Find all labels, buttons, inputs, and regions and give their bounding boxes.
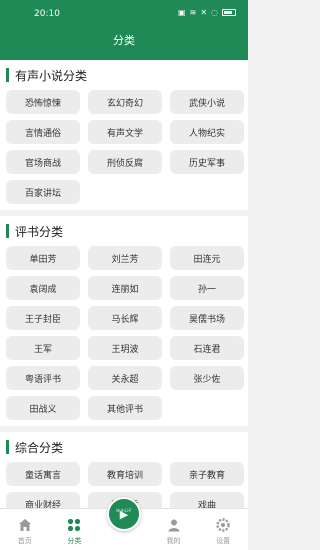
- category-tag[interactable]: 百家讲坛: [6, 180, 80, 204]
- tab-label: 设置: [216, 537, 231, 545]
- category-tag[interactable]: 刘兰芳: [88, 246, 162, 270]
- section-title: 评书分类: [15, 224, 64, 239]
- category-tag[interactable]: 武侠小说: [170, 90, 244, 114]
- bottom-tab-bar: 首页 分类 ▶ HuI-Li-F 我的 设置: [0, 497, 248, 550]
- section-title: 综合分类: [15, 440, 64, 455]
- category-tag[interactable]: 孙一: [170, 276, 244, 300]
- category-tag[interactable]: 马长辉: [88, 306, 162, 330]
- section-accent-bar: [6, 224, 9, 238]
- category-tag[interactable]: 商业财经: [6, 492, 80, 508]
- gear-icon: [215, 517, 231, 533]
- category-tag[interactable]: 戏曲: [170, 492, 244, 508]
- section-accent-bar: [6, 68, 9, 82]
- section-header: 有声小说分类: [6, 60, 242, 90]
- category-tag[interactable]: 其他评书: [88, 396, 162, 420]
- section-header: 综合分类: [6, 432, 242, 462]
- tag-grid: 恐怖惊悚 玄幻奇幻 武侠小说 言情通俗 有声文学 人物纪实 官场商战 刑侦反腐 …: [6, 90, 244, 204]
- category-tag[interactable]: 言情通俗: [6, 120, 80, 144]
- section-title: 有声小说分类: [15, 68, 88, 83]
- tab-home[interactable]: 首页: [0, 509, 50, 550]
- category-tag[interactable]: 王子封臣: [6, 306, 80, 330]
- tag-grid: 单田芳 刘兰芳 田连元 袁阔成 连丽如 孙一 王子封臣 马长辉 昊儒书场 王军 …: [6, 246, 244, 420]
- tab-label: 首页: [17, 537, 32, 545]
- wifi-icon: ≋: [189, 8, 197, 17]
- tab-category[interactable]: 分类: [50, 509, 100, 550]
- user-icon: [166, 517, 182, 533]
- category-tag[interactable]: 张少佐: [170, 366, 244, 390]
- section-accent-bar: [6, 440, 9, 454]
- grid-icon: [66, 517, 82, 533]
- player-label: HuI-Li-F: [116, 508, 132, 513]
- category-tag[interactable]: 王玥波: [88, 336, 162, 360]
- section-audio-novel: 有声小说分类 恐怖惊悚 玄幻奇幻 武侠小说 言情通俗 有声文学 人物纪实 官场商…: [0, 60, 248, 210]
- signal-icon: ✕: [200, 8, 208, 17]
- category-tag[interactable]: 官场商战: [6, 150, 80, 174]
- category-tag[interactable]: 连丽如: [88, 276, 162, 300]
- category-tag[interactable]: 教育培训: [88, 462, 162, 486]
- category-tag[interactable]: 粤语评书: [6, 366, 80, 390]
- tab-label: 分类: [67, 537, 82, 545]
- battery-icon: [222, 9, 236, 16]
- category-tag[interactable]: 历史军事: [170, 150, 244, 174]
- category-tag[interactable]: 昊儒书场: [170, 306, 244, 330]
- section-header: 评书分类: [6, 216, 242, 246]
- category-tag[interactable]: 袁阔成: [6, 276, 80, 300]
- category-tag[interactable]: 单田芳: [6, 246, 80, 270]
- category-tag[interactable]: 恐怖惊悚: [6, 90, 80, 114]
- category-tag[interactable]: 有声文学: [88, 120, 162, 144]
- category-tag[interactable]: 童话寓言: [6, 462, 80, 486]
- category-tag[interactable]: 田战义: [6, 396, 80, 420]
- status-icons: ▣ ≋ ✕ ◌: [178, 8, 236, 17]
- category-tag[interactable]: 亲子教育: [170, 462, 244, 486]
- category-tag[interactable]: 玄幻奇幻: [88, 90, 162, 114]
- status-time: 20:10: [34, 9, 60, 19]
- tab-player[interactable]: ▶ HuI-Li-F: [99, 497, 149, 550]
- category-list[interactable]: 有声小说分类 恐怖惊悚 玄幻奇幻 武侠小说 言情通俗 有声文学 人物纪实 官场商…: [0, 60, 248, 508]
- category-tag[interactable]: 人物纪实: [170, 120, 244, 144]
- category-tag[interactable]: 刑侦反腐: [88, 150, 162, 174]
- player-button[interactable]: ▶: [106, 497, 141, 531]
- top-bar: 20:10 ▣ ≋ ✕ ◌ 分类: [0, 0, 248, 60]
- page-title: 分类: [113, 34, 135, 47]
- tab-label: 我的: [166, 537, 181, 545]
- category-tag[interactable]: 田连元: [170, 246, 244, 270]
- home-icon: [17, 517, 33, 533]
- category-tag[interactable]: 王军: [6, 336, 80, 360]
- nfc-icon: ▣: [178, 8, 186, 17]
- tab-settings[interactable]: 设置: [198, 509, 248, 550]
- category-tag[interactable]: 关永超: [88, 366, 162, 390]
- section-pingshu: 评书分类 单田芳 刘兰芳 田连元 袁阔成 连丽如 孙一 王子封臣 马长辉 昊儒书…: [0, 216, 248, 426]
- alarm-icon: ◌: [211, 8, 218, 17]
- tab-mine[interactable]: 我的: [149, 509, 199, 550]
- category-tag[interactable]: 石连君: [170, 336, 244, 360]
